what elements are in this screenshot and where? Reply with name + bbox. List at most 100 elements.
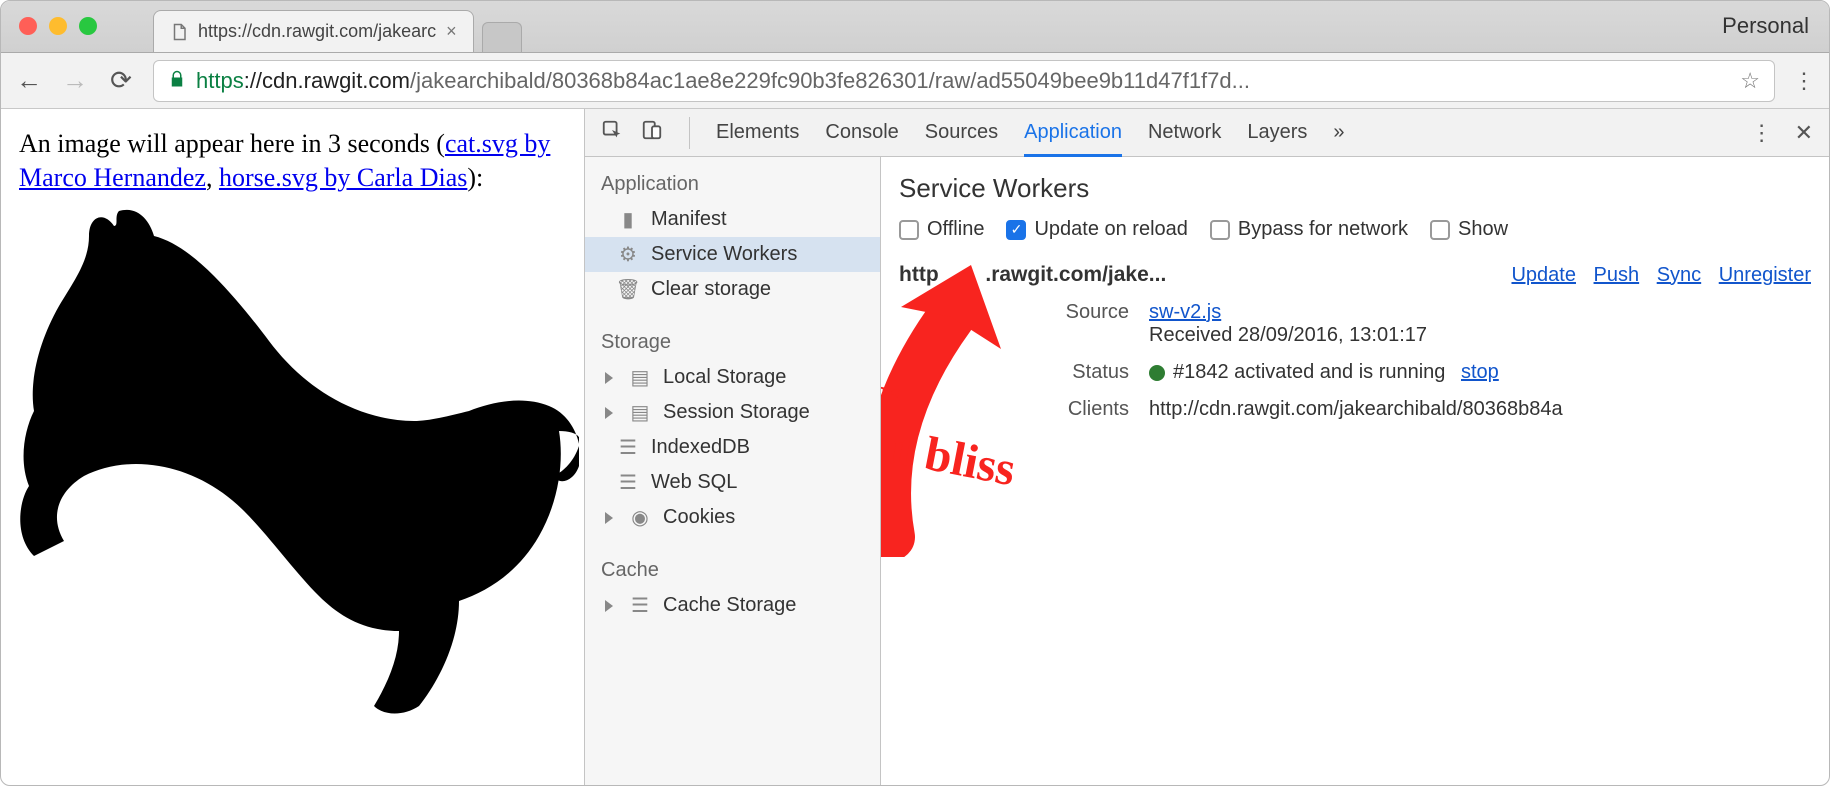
- link-push[interactable]: Push: [1594, 264, 1640, 286]
- panel-title: Service Workers: [899, 173, 1811, 204]
- devtools-toolbar-icons: [601, 119, 663, 147]
- cookie-icon: ◉: [629, 507, 651, 529]
- checkbox-icon: [899, 220, 919, 240]
- link-horse-svg[interactable]: horse.svg by Carla Dias: [219, 163, 467, 192]
- sidebar-item-label: IndexedDB: [651, 436, 750, 459]
- toolbar: ← → ⟳ https://cdn.rawgit.com/jakearchiba…: [1, 53, 1829, 109]
- grid-icon: ▤: [629, 367, 651, 389]
- sidebar-item-label: Manifest: [651, 208, 727, 231]
- file-icon: ▮: [617, 209, 639, 231]
- checkbox-offline[interactable]: Offline: [899, 218, 984, 241]
- sidebar-item-manifest[interactable]: ▮ Manifest: [585, 202, 880, 237]
- browser-window: https://cdn.rawgit.com/jakearc × Persona…: [0, 0, 1830, 786]
- sidebar-item-label: Web SQL: [651, 471, 737, 494]
- sidebar-item-label: Local Storage: [663, 366, 786, 389]
- value-status: #1842 activated and is running stop: [1149, 361, 1811, 384]
- url-scheme: https: [196, 68, 244, 93]
- tab-layers[interactable]: Layers: [1247, 121, 1307, 144]
- devtools-body: Application ▮Manifest ⚙Service Workers 🗑…: [585, 157, 1829, 785]
- file-icon: [170, 23, 188, 41]
- sidebar-item-clear-storage[interactable]: 🗑Clear storage: [585, 272, 880, 307]
- annotation-line1: Click here for: [881, 317, 904, 423]
- browser-tab[interactable]: https://cdn.rawgit.com/jakearc ×: [153, 10, 474, 52]
- device-toolbar-icon[interactable]: [641, 119, 663, 147]
- sidebar-group-storage: Storage: [585, 325, 880, 360]
- link-unregister[interactable]: Unregister: [1719, 264, 1811, 286]
- link-update[interactable]: Update: [1511, 264, 1576, 286]
- checkbox-label: Bypass for network: [1238, 218, 1408, 241]
- trash-icon: 🗑: [617, 279, 639, 301]
- sw-origin-row: httpxxxx.rawgit.com/jake... Update Push …: [899, 263, 1811, 287]
- sw-action-links: Update Push Sync Unregister: [1499, 264, 1811, 287]
- checkbox-checked-icon: ✓: [1006, 220, 1026, 240]
- page-intro-text: An image will appear here in 3 seconds (…: [19, 127, 566, 195]
- chevron-right-icon: [605, 407, 613, 419]
- sidebar-item-cookies[interactable]: ◉Cookies: [585, 500, 880, 535]
- devtools-tabs: Elements Console Sources Application Net…: [585, 109, 1829, 157]
- browser-menu-button[interactable]: ⋮: [1793, 68, 1815, 94]
- forward-button[interactable]: →: [61, 65, 89, 96]
- label-source: Source: [1029, 301, 1129, 347]
- link-sw-script[interactable]: sw-v2.js: [1149, 301, 1221, 323]
- tab-network[interactable]: Network: [1148, 121, 1221, 144]
- horse-image: [19, 201, 566, 721]
- value-source: sw-v2.js Received 28/09/2016, 13:01:17: [1149, 301, 1811, 347]
- devtools-close-icon[interactable]: ✕: [1795, 120, 1813, 146]
- url-path: /jakearchibald/80368b84ac1ae8e229fc90b3f…: [410, 68, 1250, 93]
- close-tab-icon[interactable]: ×: [446, 21, 457, 42]
- sidebar-item-label: Cache Storage: [663, 594, 796, 617]
- text-status: #1842 activated and is running: [1173, 361, 1445, 383]
- back-button[interactable]: ←: [15, 65, 43, 96]
- sidebar-item-service-workers[interactable]: ⚙Service Workers: [585, 237, 880, 272]
- database-icon: ☰: [617, 437, 639, 459]
- new-tab-button[interactable]: [482, 22, 522, 52]
- sidebar-group-cache: Cache: [585, 553, 880, 588]
- label-clients: Clients: [1029, 398, 1129, 421]
- sidebar-item-websql[interactable]: ☰ Web SQL: [585, 465, 880, 500]
- tab-strip: https://cdn.rawgit.com/jakearc × Persona…: [1, 1, 1829, 53]
- application-sidebar: Application ▮ Manifest ⚙Service Workers 🗑…: [585, 157, 881, 785]
- value-clients: http://cdn.rawgit.com/jakearchibald/8036…: [1149, 398, 1811, 421]
- page-viewport: An image will appear here in 3 seconds (…: [1, 109, 584, 785]
- divider: [689, 117, 690, 149]
- devtools-menu-icon[interactable]: ⋮: [1751, 120, 1773, 146]
- sidebar-item-indexeddb[interactable]: ☰ IndexedDB: [585, 430, 880, 465]
- sidebar-group-application: Application: [585, 167, 880, 202]
- annotation-line2: development bliss: [881, 375, 1020, 496]
- service-workers-panel: Service Workers Offline ✓Update on reloa…: [881, 157, 1829, 785]
- tab-application[interactable]: Application: [1024, 121, 1122, 144]
- chevron-right-icon: [605, 600, 613, 612]
- sidebar-item-local-storage[interactable]: ▤ Local Storage: [585, 360, 880, 395]
- checkbox-bypass-for-network[interactable]: Bypass for network: [1210, 218, 1408, 241]
- status-dot-icon: [1149, 365, 1165, 381]
- reload-button[interactable]: ⟳: [107, 65, 135, 96]
- grid-icon: ▤: [629, 402, 651, 424]
- checkbox-update-on-reload[interactable]: ✓Update on reload: [1006, 218, 1187, 241]
- inspect-icon[interactable]: [601, 119, 623, 147]
- tabs-overflow[interactable]: »: [1333, 121, 1344, 144]
- gear-icon: ⚙: [617, 244, 639, 266]
- sidebar-item-session-storage[interactable]: ▤Session Storage: [585, 395, 880, 430]
- link-stop[interactable]: stop: [1461, 361, 1499, 383]
- lock-icon: [168, 68, 186, 94]
- address-bar[interactable]: https://cdn.rawgit.com/jakearchibald/803…: [153, 60, 1775, 102]
- content-area: An image will appear here in 3 seconds (…: [1, 109, 1829, 785]
- tab-sources[interactable]: Sources: [925, 121, 998, 144]
- minimize-window-button[interactable]: [49, 17, 67, 35]
- maximize-window-button[interactable]: [79, 17, 97, 35]
- chevron-right-icon: [605, 512, 613, 524]
- label-status: Status: [1029, 361, 1129, 384]
- database-icon: ☰: [617, 472, 639, 494]
- devtools-panel: Elements Console Sources Application Net…: [584, 109, 1829, 785]
- tab-console[interactable]: Console: [825, 121, 898, 144]
- checkbox-icon: [1430, 220, 1450, 240]
- tab-elements[interactable]: Elements: [716, 121, 799, 144]
- close-window-button[interactable]: [19, 17, 37, 35]
- checkbox-label: Offline: [927, 218, 984, 241]
- sidebar-item-cache-storage[interactable]: ☰Cache Storage: [585, 588, 880, 623]
- link-sync[interactable]: Sync: [1657, 264, 1701, 286]
- profile-label[interactable]: Personal: [1722, 13, 1809, 39]
- url-host: ://cdn.rawgit.com: [244, 68, 410, 93]
- checkbox-show-all[interactable]: Show: [1430, 218, 1508, 241]
- bookmark-star-icon[interactable]: ☆: [1740, 68, 1760, 94]
